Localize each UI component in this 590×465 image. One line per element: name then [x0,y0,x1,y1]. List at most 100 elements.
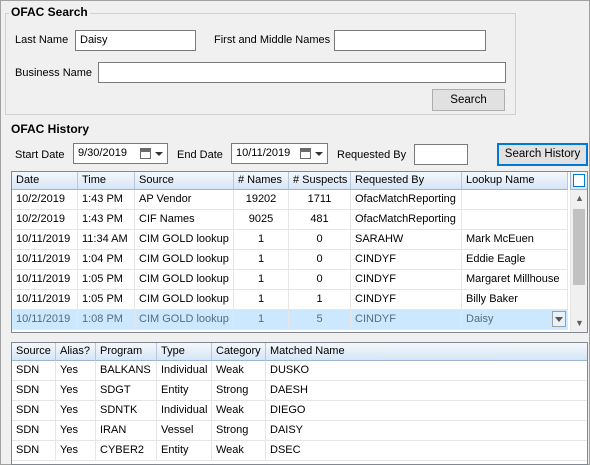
cell-source: SDN [12,361,56,381]
column-header-source[interactable]: Source [135,172,234,190]
column-header-alias[interactable]: Alias? [56,343,96,361]
cell-time: 1:43 PM [78,190,135,210]
table-row[interactable]: 10/11/2019 11:34 AM CIM GOLD lookup 1 0 … [12,230,568,250]
table-row[interactable]: 10/11/2019 1:04 PM CIM GOLD lookup 1 0 C… [12,250,568,270]
end-date-picker[interactable]: 10/11/2019 [231,143,328,164]
cell-alias: Yes [56,421,96,441]
cell-names: 1 [234,270,289,290]
table-row[interactable]: SDN Yes BALKANS Individual Weak DUSKO [12,361,587,381]
business-name-field[interactable] [98,62,506,83]
matches-grid-body: SDN Yes BALKANS Individual Weak DUSKO SD… [12,361,587,461]
calendar-icon[interactable] [300,148,311,159]
lookup-name-dropdown[interactable]: Daisy [462,310,568,330]
cell-category: Strong [212,381,266,401]
calendar-icon[interactable] [140,148,151,159]
cell-matched-name: DUSKO [266,361,587,381]
cell-source: SDN [12,421,56,441]
cell-date: 10/2/2019 [12,190,78,210]
table-row[interactable]: SDN Yes SDGT Entity Strong DAESH [12,381,587,401]
cell-requested-by: CINDYF [351,310,462,330]
start-date-picker[interactable]: 9/30/2019 [73,143,168,164]
table-row[interactable]: SDN Yes IRAN Vessel Strong DAISY [12,421,587,441]
cell-category: Weak [212,401,266,421]
cell-names: 1 [234,310,289,330]
cell-source: CIF Names [135,210,234,230]
history-grid[interactable]: Date Time Source # Names # Suspects Requ… [11,171,588,333]
cell-matched-name: DAESH [266,381,587,401]
cell-time: 1:05 PM [78,290,135,310]
start-date-label: Start Date [15,149,65,161]
search-button[interactable]: Search [432,89,505,111]
cell-matched-name: DAISY [266,421,587,441]
column-header-time[interactable]: Time [78,172,135,190]
cell-names: 1 [234,250,289,270]
chevron-down-icon[interactable] [555,317,563,322]
cell-requested-by: SARAHW [351,230,462,250]
column-header-source[interactable]: Source [12,343,56,361]
cell-time: 1:05 PM [78,270,135,290]
first-middle-names-field[interactable] [334,30,486,51]
cell-suspects: 481 [289,210,351,230]
cell-names: 1 [234,230,289,250]
cell-type: Entity [157,441,212,461]
cell-date: 10/11/2019 [12,310,78,330]
column-chooser-box[interactable] [573,174,585,187]
cell-requested-by: OfacMatchReporting [351,210,462,230]
cell-alias: Yes [56,441,96,461]
cell-names: 9025 [234,210,289,230]
history-vertical-scrollbar[interactable]: ▲ ▼ [570,190,587,332]
scroll-down-arrow-icon[interactable]: ▼ [571,315,587,332]
table-row-selected[interactable]: 10/11/2019 1:08 PM CIM GOLD lookup 1 5 C… [12,310,568,330]
cell-lookup-name: Billy Baker [462,290,568,310]
cell-category: Weak [212,441,266,461]
history-grid-body: 10/2/2019 1:43 PM AP Vendor 19202 1711 O… [12,190,568,330]
cell-lookup-name: Margaret Millhouse [462,270,568,290]
column-header-requested-by[interactable]: Requested By [351,172,462,190]
end-date-label: End Date [177,149,223,161]
cell-alias: Yes [56,401,96,421]
cell-suspects: 0 [289,270,351,290]
table-row[interactable]: 10/11/2019 1:05 PM CIM GOLD lookup 1 1 C… [12,290,568,310]
cell-date: 10/11/2019 [12,250,78,270]
column-header-lookup-name[interactable]: Lookup Name [462,172,568,190]
history-grid-header: Date Time Source # Names # Suspects Requ… [12,172,568,190]
chevron-down-icon[interactable] [155,152,163,156]
table-row[interactable]: SDN Yes SDNTK Individual Weak DIEGO [12,401,587,421]
matches-grid[interactable]: Source Alias? Program Type Category Matc… [11,342,588,465]
cell-suspects: 5 [289,310,351,330]
ofac-search-title: OFAC Search [9,5,90,19]
cell-matched-name: DSEC [266,441,587,461]
column-header-suspects[interactable]: # Suspects [289,172,351,190]
end-date-value: 10/11/2019 [236,147,291,159]
cell-alias: Yes [56,381,96,401]
start-date-value: 9/30/2019 [78,147,127,159]
column-header-type[interactable]: Type [157,343,212,361]
chevron-down-icon[interactable] [315,152,323,156]
cell-source: CIM GOLD lookup [135,310,234,330]
cell-source: AP Vendor [135,190,234,210]
cell-program: SDGT [96,381,157,401]
cell-names: 1 [234,290,289,310]
requested-by-field[interactable] [414,144,468,165]
table-row[interactable]: 10/2/2019 1:43 PM CIF Names 9025 481 Ofa… [12,210,568,230]
column-header-category[interactable]: Category [212,343,266,361]
cell-time: 1:04 PM [78,250,135,270]
cell-requested-by: CINDYF [351,250,462,270]
column-chooser[interactable] [570,172,587,190]
last-name-field[interactable]: Daisy [75,30,196,51]
ofac-history-title: OFAC History [9,122,92,136]
scrollbar-thumb[interactable] [573,209,585,285]
table-row[interactable]: 10/11/2019 1:05 PM CIM GOLD lookup 1 0 C… [12,270,568,290]
table-row[interactable]: 10/2/2019 1:43 PM AP Vendor 19202 1711 O… [12,190,568,210]
column-header-names[interactable]: # Names [234,172,289,190]
cell-suspects: 1 [289,290,351,310]
cell-source: CIM GOLD lookup [135,270,234,290]
table-row[interactable]: SDN Yes CYBER2 Entity Weak DSEC [12,441,587,461]
cell-program: SDNTK [96,401,157,421]
column-header-program[interactable]: Program [96,343,157,361]
search-history-button[interactable]: Search History [497,143,588,166]
cell-category: Strong [212,421,266,441]
column-header-matched-name[interactable]: Matched Name [266,343,587,361]
column-header-date[interactable]: Date [12,172,78,190]
scroll-up-arrow-icon[interactable]: ▲ [571,190,587,207]
